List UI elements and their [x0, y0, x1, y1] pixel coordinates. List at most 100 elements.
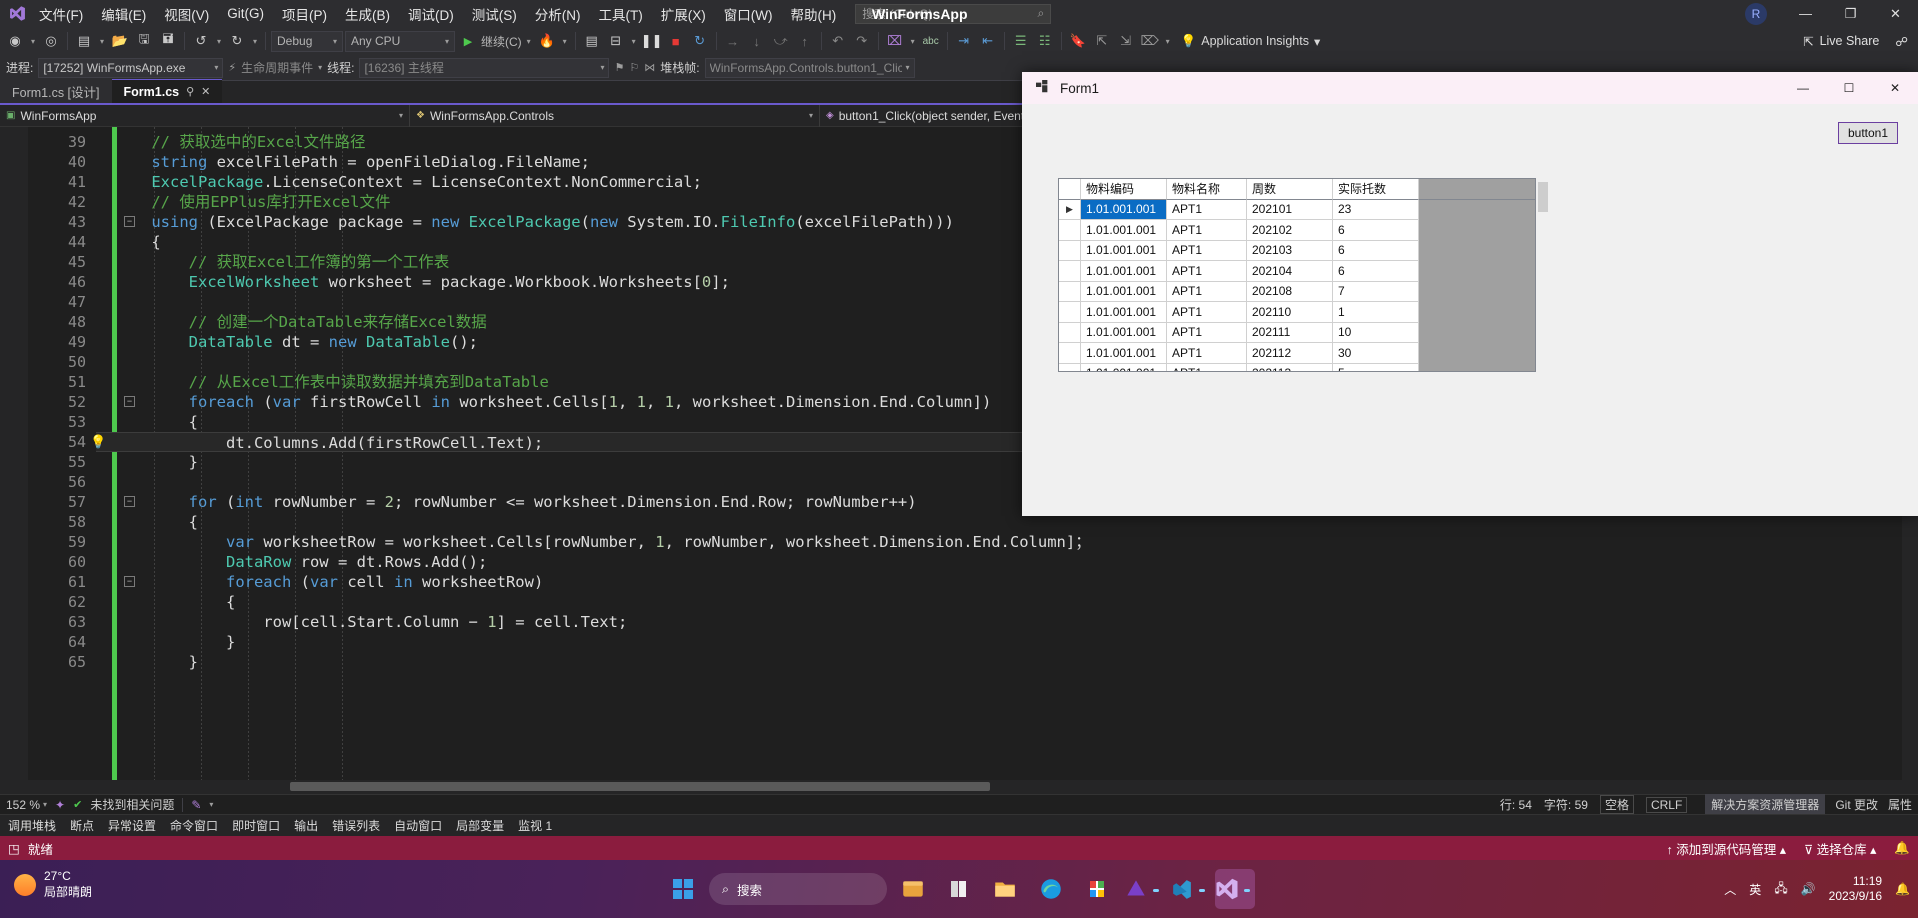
pane-solution-explorer[interactable]: 解决方案资源管理器 [1705, 794, 1826, 815]
bookmarks-caret-icon[interactable]: ▾ [1163, 37, 1173, 46]
grid-cell[interactable]: APT1 [1167, 343, 1247, 364]
taskbar-search-box[interactable]: ⌕ 搜索 [709, 873, 887, 905]
tool-window-tab[interactable]: 自动窗口 [394, 817, 442, 834]
undo-nav-icon[interactable]: ↶ [827, 30, 849, 52]
grid-cell[interactable]: 30 [1333, 343, 1419, 364]
grid-row-selector[interactable] [1059, 220, 1081, 241]
undo-caret-icon[interactable]: ▾ [214, 37, 224, 46]
hot-reload-icon[interactable]: 🔥 [536, 30, 558, 52]
grid-cell[interactable]: 1.01.001.001 [1081, 199, 1167, 220]
close-button[interactable]: ✕ [1873, 0, 1918, 27]
scrollbar-thumb[interactable] [290, 782, 990, 791]
navigate-backward-caret-icon[interactable]: ▾ [28, 37, 38, 46]
undo-icon[interactable]: ↺ [190, 30, 212, 52]
grid-row-selector[interactable]: ▶ [1059, 199, 1081, 220]
redo-nav-icon[interactable]: ↷ [851, 30, 873, 52]
office-icon[interactable] [1077, 869, 1117, 909]
nvidia-icon[interactable] [1123, 869, 1163, 909]
grid-cell[interactable]: 6 [1333, 220, 1419, 241]
fold-toggle-icon[interactable]: − [124, 216, 135, 227]
navbar-project-select[interactable]: ▣ WinFormsApp ▾ [0, 104, 410, 127]
tool-window-tab[interactable]: 局部变量 [456, 817, 504, 834]
new-item-caret-icon[interactable]: ▾ [97, 37, 107, 46]
grid-cell[interactable]: 202101 [1247, 199, 1333, 220]
ime-indicator[interactable]: 英 [1749, 881, 1761, 898]
comment-caret-icon[interactable]: ▾ [908, 37, 918, 46]
code-line[interactable]: } [96, 652, 1918, 672]
previous-bookmark-icon[interactable]: ⇱ [1091, 30, 1113, 52]
select-repository-button[interactable]: ⊽ 选择仓库 ▴ [1804, 839, 1876, 858]
grid-cell[interactable]: 1.01.001.001 [1081, 220, 1167, 241]
continue-play-icon[interactable]: ▶ [457, 30, 479, 52]
grid-row-selector[interactable] [1059, 302, 1081, 323]
comment-lines-icon[interactable]: ☰ [1010, 30, 1032, 52]
weather-widget[interactable]: 27°C 局部晴朗 [14, 869, 92, 900]
grid-cell[interactable]: 1.01.001.001 [1081, 302, 1167, 323]
grid-row[interactable]: 1.01.001.001 APT1 202108 7 [1059, 281, 1535, 302]
pencil-icon[interactable]: ✎ [191, 798, 201, 812]
vscode-icon[interactable] [1169, 869, 1209, 909]
grid-row-selector[interactable] [1059, 322, 1081, 343]
menu-item-file[interactable]: 文件(F) [30, 1, 92, 27]
hot-reload-caret-icon[interactable]: ▾ [560, 37, 570, 46]
open-file-icon[interactable]: 📂 [109, 30, 131, 52]
grid-cell[interactable]: 1.01.001.001 [1081, 322, 1167, 343]
indent-icon[interactable]: ⇥ [953, 30, 975, 52]
grid-cell[interactable]: 202108 [1247, 281, 1333, 302]
menu-item-analyze[interactable]: 分析(N) [526, 1, 590, 27]
tool-window-tab[interactable]: 命令窗口 [170, 817, 218, 834]
grid-cell[interactable]: 23 [1333, 199, 1419, 220]
solution-platform-select[interactable]: Any CPU ▾ [345, 30, 455, 52]
grid-row-selector[interactable] [1059, 281, 1081, 302]
grid-cell[interactable]: 202112 [1247, 343, 1333, 364]
grid-cell[interactable]: 1.01.001.001 [1081, 281, 1167, 302]
grid-row-selector[interactable] [1059, 363, 1081, 371]
editor-horizontal-scrollbar[interactable] [0, 780, 1918, 794]
tool-window-tab[interactable]: 监视 1 [518, 817, 552, 834]
grid-column-header[interactable]: 周数 [1247, 179, 1333, 200]
start-icon[interactable] [663, 869, 703, 909]
menu-item-git[interactable]: Git(G) [218, 3, 273, 24]
indentation-label[interactable]: 空格 [1599, 795, 1634, 814]
menu-item-tools[interactable]: 工具(T) [590, 1, 652, 27]
code-line[interactable]: var worksheetRow = worksheet.Cells[rowNu… [96, 532, 1918, 552]
grid-row[interactable]: 1.01.001.001 APT1 202110 1 [1059, 302, 1535, 323]
tool-window-tab[interactable]: 即时窗口 [232, 817, 280, 834]
grid-cell[interactable]: 5 [1333, 363, 1419, 371]
menu-item-extensions[interactable]: 扩展(X) [652, 1, 715, 27]
cross-thread-icon[interactable]: ⋈ [644, 61, 655, 74]
grid-row[interactable]: ▶ 1.01.001.001 APT1 202101 23 [1059, 199, 1535, 220]
close-icon[interactable]: ✕ [201, 85, 210, 98]
lifecycle-events-label[interactable]: 生命周期事件 [241, 59, 313, 76]
grid-cell[interactable]: 1.01.001.001 [1081, 261, 1167, 282]
stack-frame-select[interactable]: WinFormsApp.Controls.button1_Click ▾ [704, 57, 915, 78]
new-item-icon[interactable]: ▤ [73, 30, 95, 52]
redo-icon[interactable]: ↻ [226, 30, 248, 52]
file-explorer-icon[interactable] [893, 869, 933, 909]
grid-cell[interactable]: APT1 [1167, 302, 1247, 323]
button1[interactable]: button1 [1838, 122, 1898, 144]
chevron-down-icon[interactable]: ▾ [318, 63, 322, 72]
grid-cell[interactable]: 10 [1333, 322, 1419, 343]
grid-cell[interactable]: 202102 [1247, 220, 1333, 241]
grid-row[interactable]: 1.01.001.001 APT1 202104 6 [1059, 261, 1535, 282]
grid-row[interactable]: 1.01.001.001 APT1 202102 6 [1059, 220, 1535, 241]
next-bookmark-icon[interactable]: ⇲ [1115, 30, 1137, 52]
taskbar-clock[interactable]: 11:19 2023/9/16 [1829, 874, 1882, 904]
continue-button-label[interactable]: 继续(C) [481, 33, 522, 50]
grid-row[interactable]: 1.01.001.001 APT1 202112 30 [1059, 343, 1535, 364]
breakpoints-caret-icon[interactable]: ▾ [629, 37, 639, 46]
menu-item-view[interactable]: 视图(V) [155, 1, 218, 27]
tool-window-tab[interactable]: 断点 [70, 817, 94, 834]
form1-title-bar[interactable]: Form1 — ☐ ✕ [1022, 72, 1918, 104]
clear-bookmarks-icon[interactable]: ⌦ [1139, 30, 1161, 52]
bookmark-icon[interactable]: 🔖 [1067, 30, 1089, 52]
grid-cell[interactable]: 7 [1333, 281, 1419, 302]
tool-window-tab[interactable]: 错误列表 [332, 817, 380, 834]
grid-cell[interactable]: 1 [1333, 302, 1419, 323]
fold-toggle-icon[interactable]: − [124, 496, 135, 507]
stop-icon[interactable]: ■ [665, 30, 687, 52]
grid-cell[interactable]: 202111 [1247, 322, 1333, 343]
grid-cell[interactable]: APT1 [1167, 199, 1247, 220]
pane-properties[interactable]: 属性 [1888, 796, 1912, 813]
